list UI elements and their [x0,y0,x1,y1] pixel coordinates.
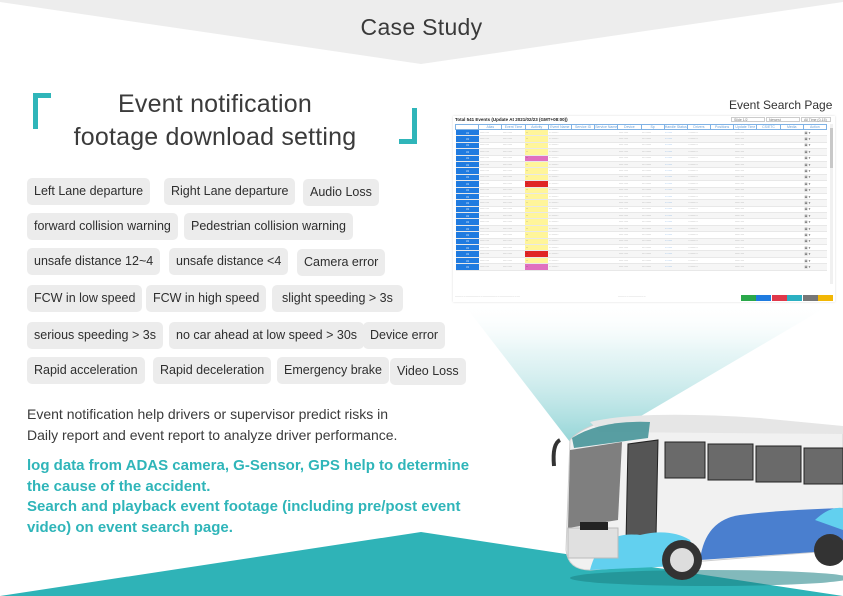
event-tag: Rapid acceleration [27,357,145,384]
screenshot-column-header: Handle Status [663,124,688,130]
section-title-line2: footage download setting [73,123,357,151]
screenshot-label: Event Search Page [729,98,833,112]
event-tag: unsafe distance 12~4 [27,248,161,275]
screenshot-activity-cell: ·· [525,263,549,271]
screenshot-footer-button [771,295,787,301]
screenshot-cell [571,263,595,271]
screenshot-cell [780,263,804,271]
event-tag: Right Lane departure [164,178,296,205]
screenshot-footer-button [756,295,771,301]
event-tag: FCW in low speed [27,285,143,312]
screenshot-action-icons: ▣ ▾ [803,263,827,271]
highlight-line: Search and playback event footage (inclu… [27,498,461,515]
screenshot-cell: ········ [733,263,757,271]
screenshot-table-title: Total 541 Events (Update At 2021/02/23 (… [455,117,568,122]
screenshot-cell: ········ [478,263,502,271]
event-tag: Pedestrian collision warning [184,213,353,240]
event-tag: Camera error [297,249,386,276]
section-title-line1: Event notification [118,90,312,118]
page-title: Case Study [360,14,483,40]
screenshot-column-header: Event Time [501,124,526,130]
description: Event notification help drivers or super… [27,404,397,446]
screenshot-scroll-thumb [830,128,833,168]
screenshot-table-row: ▭ ········ ········ ·· ········ ········ ·····… [455,263,827,271]
screenshot-footer-button [818,295,833,301]
screenshot-footer-button [802,295,818,301]
highlight-line: the cause of the accident. [27,477,211,495]
screenshot-filter: Slide 1/2 [731,117,765,122]
screenshot-cell: ········ [687,263,711,271]
screenshot-cell: ········ [617,263,641,271]
bracket-bottom-right-icon [399,108,417,144]
screenshot-filter: All Time (0-15) [801,117,831,122]
screenshot-footer-text: ········································… [455,295,520,299]
screenshot-cell: ······ [664,263,688,271]
screenshot-column-header: Service Name [594,124,619,130]
event-tag: Left Lane departure [27,178,151,205]
description-line: Event notification help drivers or super… [27,406,389,422]
screenshot-footer-button [740,295,756,301]
screenshot-cell [594,263,618,271]
bracket-top-left-icon [33,93,51,129]
screenshot-row-button: ▭ [455,263,479,271]
event-tag: Emergency brake [277,357,389,384]
description-line: Daily report and event report to analyze… [27,427,398,443]
event-tag: Audio Loss [303,179,379,206]
screenshot-cell: ········ [641,263,665,271]
screenshot-cell [756,263,781,271]
event-tag: Video Loss [390,358,466,385]
screenshot-footer-text: ·························· [618,295,646,299]
event-tag: Device error [363,322,446,349]
screenshot-column-header: Event Name [547,124,572,130]
screenshot-cell: ········ [548,263,572,271]
event-tag: forward collision warning [27,213,178,240]
event-tag: FCW in high speed [146,285,267,312]
screenshot-action-buttons [740,295,833,301]
event-search-screenshot: Total 541 Events (Update At 2021/02/23 (… [453,116,835,302]
event-tag: serious speeding > 3s [27,322,163,349]
event-tag: no car ahead at low speed > 30s [169,322,365,349]
section-title: Event notification footage download sett… [50,88,380,154]
screenshot-event-table: Alias Event Time Activity Event Name Service… [454,124,828,271]
screenshot-column-header: Update Time [733,124,758,130]
event-tag: unsafe distance <4 [169,248,289,275]
screenshot-cell: ········ [501,263,526,271]
event-tag: Rapid deceleration [153,357,272,384]
screenshot-filter: Newest [766,117,800,122]
bus-illustration [551,414,843,586]
screenshot-footer-button [787,295,802,301]
highlight-line: log data from ADAS camera, G-Sensor, GPS… [27,457,470,474]
event-tag: slight speeding > 3s [272,285,403,312]
screenshot-cell [710,263,734,271]
